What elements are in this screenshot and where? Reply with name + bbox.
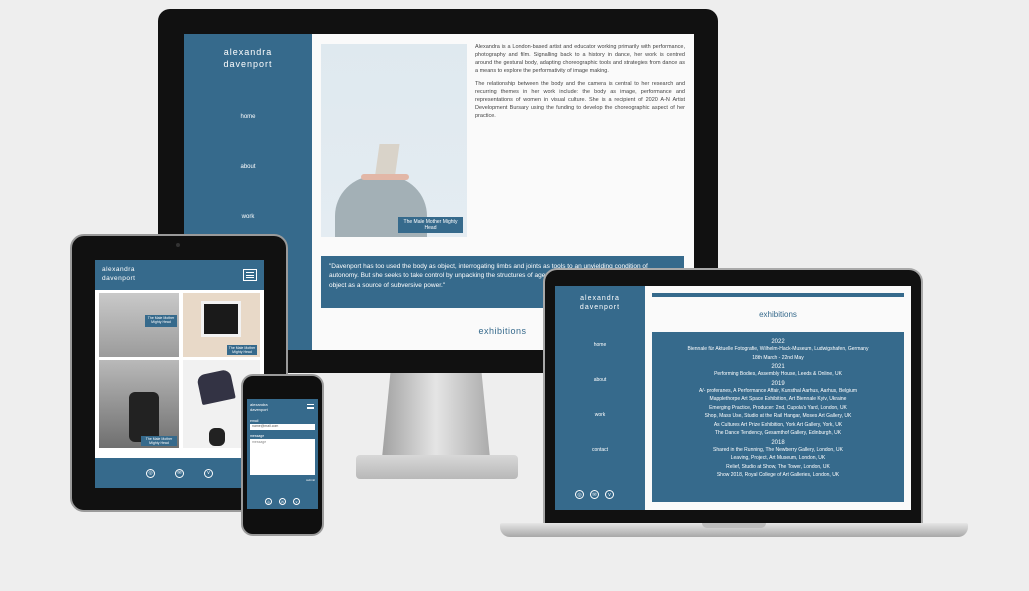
laptop-top-bar [652,293,904,297]
laptop-notch [702,523,766,528]
photo-figure-bending [196,368,236,406]
phone-logo[interactable]: alexandra davenport [250,402,268,412]
bio-paragraph-2: The relationship between the body and th… [475,80,685,119]
tablet-caption-1: The Male Mother Mighty Head [145,315,177,327]
exh-item: The Dance Tendency, Gesamthof Gallery, E… [714,430,842,436]
tablet-footer: ◎ ✉ v [95,458,264,488]
framed-artwork [201,301,241,337]
phone-screen: alexandra davenport email name@mail.com … [247,399,318,509]
vimeo-icon[interactable]: v [204,468,213,478]
desktop-bio: Alexandra is a London-based artist and e… [475,44,685,126]
laptop-social-icons: ◎ ✉ v [575,490,614,499]
laptop-logo[interactable]: alexandra davenport [555,294,645,313]
laptop-logo-line2: davenport [579,304,621,312]
tablet-screen: alexandra davenport The Male Mother Migh… [95,260,264,488]
instagram-icon[interactable]: ◎ [146,468,155,478]
tablet-logo-line1: alexandra [102,266,136,273]
exh-item: Relief, Studio at Show, The Tower, Londo… [726,463,830,470]
logo-line2: davenport [223,59,273,70]
exh-item: Biennale für Aktuelle Fotografie, Wilhel… [687,346,869,352]
laptop-nav-contact[interactable]: contact [555,447,645,453]
phone-vimeo-icon[interactable]: v [293,498,300,505]
laptop-vimeo-icon[interactable]: v [605,490,614,499]
desktop-logo[interactable]: alexandra davenport [184,46,312,70]
tablet-menu-button[interactable] [243,269,257,281]
bio-paragraph-1: Alexandra is a London-based artist and e… [475,44,685,74]
message-field[interactable]: message [250,439,315,475]
mail-icon[interactable]: ✉ [175,468,184,478]
tablet-header: alexandra davenport [95,260,264,290]
phone-instagram-icon[interactable]: ◎ [265,498,272,505]
laptop-exhibitions-list: 2022 Biennale für Aktuelle Fotografie, W… [652,332,904,502]
phone-hamburger-icon[interactable] [307,404,314,409]
exh-item: Shop, Mass Use, Studio at the Rail Hanga… [704,413,852,419]
tablet-logo[interactable]: alexandra davenport [102,266,135,284]
laptop-heading: exhibitions [759,310,797,319]
photo-dancers [129,392,159,442]
tablet-logo-line2: davenport [102,274,136,282]
photo-caption: The Male Mother Mighty Head [398,217,463,233]
monitor-stand-neck [382,373,490,458]
hamburger-icon [246,272,254,278]
exh-item: Emerging Practice, Producer: 2nd, Cupola… [709,404,847,411]
exh-item: Mapplethorpe Art Space Exhibition, Art B… [709,396,847,402]
logo-line1: alexandra [223,47,273,57]
phone-mail-icon[interactable]: ✉ [279,498,286,505]
laptop-nav-work[interactable]: work [555,412,645,418]
submit-button[interactable]: submit [250,478,315,482]
exh-item: Leaving, Project, Art Museum, London, UK [730,455,826,461]
message-label: message [250,434,265,438]
exh-item: Performing Bodies, Assembly House, Leeds… [714,371,842,377]
desktop-hero-photo[interactable]: The Male Mother Mighty Head [321,44,467,237]
exh-item: As Cultures Art Prize Exhibition, York A… [713,421,843,428]
laptop-nav-about[interactable]: about [555,377,645,383]
laptop-sidebar: alexandra davenport home about work cont… [555,286,645,510]
email-label: email [250,419,259,423]
laptop-screen: alexandra davenport home about work cont… [555,286,911,510]
tablet-camera [176,243,180,247]
tablet-caption-2: The Male Mother Mighty Head [227,345,257,355]
laptop-instagram-icon[interactable]: ◎ [575,490,584,499]
phone-header: alexandra davenport [247,399,318,416]
nav-home[interactable]: home [184,114,312,120]
photo-figure-hand [361,174,409,180]
email-field[interactable]: name@mail.com [250,424,315,430]
monitor-stand-base [356,455,518,479]
nav-about[interactable]: about [184,164,312,170]
phone-logo-line2: davenport [250,407,268,413]
phone-contact-form: email name@mail.com message message subm… [247,416,318,494]
laptop-mail-icon[interactable]: ✉ [590,490,599,499]
laptop-logo-line1: alexandra [580,295,620,302]
exh-item: A/- proferanes, A Performance Affair, Ku… [698,387,858,394]
exh-item: Shared in the Running, The Newberry Gall… [713,446,843,453]
exh-item: Show 2018, Royal College of Art Gallerie… [716,472,840,478]
phone-footer: ◎ ✉ v [247,494,318,509]
tablet-gallery-image-3[interactable] [99,360,179,448]
photo-figure-crouching [209,428,225,446]
nav-work[interactable]: work [184,214,312,220]
exh-item: 18th March - 22nd May [752,354,804,361]
laptop-nav-home[interactable]: home [555,342,645,348]
tablet-caption-3: The Male Mother Mighty Head [141,436,177,446]
